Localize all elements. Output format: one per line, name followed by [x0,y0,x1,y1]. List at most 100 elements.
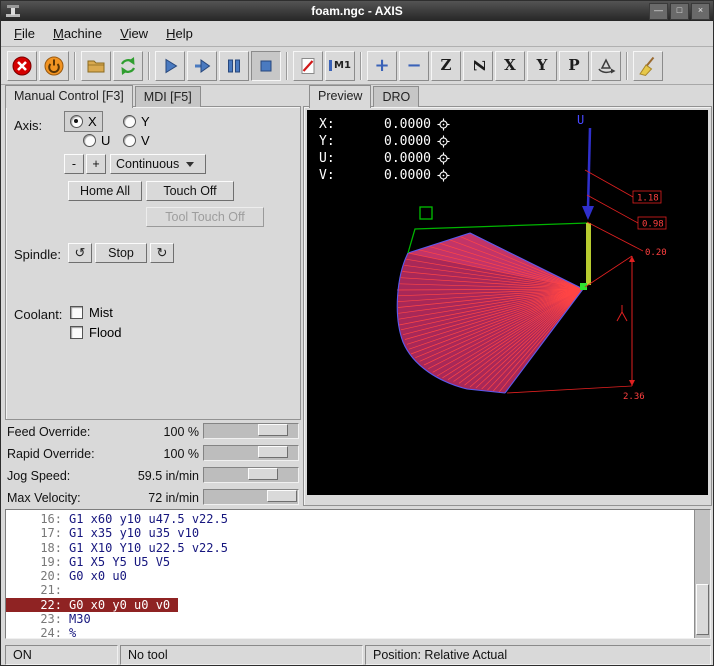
tab-preview[interactable]: Preview [309,85,371,108]
axis-radio-v[interactable]: V [118,131,155,150]
m1-icon: M1 [329,60,351,71]
slider-handle[interactable] [258,446,288,458]
minimize-button[interactable]: — [649,3,668,20]
close-button[interactable]: × [691,3,710,20]
pause-button[interactable] [219,51,249,81]
estop-button[interactable] [7,51,37,81]
optional-pause-toggle[interactable]: M1 [325,51,355,81]
dro-value: 0.0000 [345,117,431,132]
view-p-icon: P [568,58,579,73]
gcode-line[interactable]: 21: [6,583,710,597]
axis-radio-u[interactable]: U [78,131,115,150]
run-from-line-button[interactable] [187,51,217,81]
rapid-override-value: 100 % [164,447,199,461]
run-button[interactable] [155,51,185,81]
machine-power-button[interactable] [39,51,69,81]
menu-help[interactable]: Help [157,23,202,44]
max-velocity-slider[interactable] [203,489,299,505]
home-all-button[interactable]: Home All [68,181,142,201]
flood-checkbox[interactable]: Flood [70,325,122,340]
skip-slash-icon [297,55,319,77]
jog-minus-button[interactable]: - [64,154,84,174]
titlebar[interactable]: foam.ngc - AXIS — □ × [1,1,713,21]
view-z-rotated-button[interactable]: Z [463,51,493,81]
machine-state-cell: ON [5,645,118,665]
view-y-button[interactable]: Y [527,51,557,81]
feed-override-slider[interactable] [203,423,299,439]
right-tabbar: Preview DRO [309,86,421,107]
skip-lines-toggle[interactable] [293,51,323,81]
spindle-cw-button[interactable]: ↻ [150,243,174,263]
stop-icon [255,55,277,77]
maximize-button[interactable]: □ [670,3,689,20]
dro-value: 0.0000 [345,168,431,183]
axis-radio-y[interactable]: Y [118,112,155,131]
view-y-icon: Y [537,58,548,73]
open-file-button[interactable] [81,51,111,81]
menu-view[interactable]: View [111,23,157,44]
view-x-button[interactable]: X [495,51,525,81]
gcode-listing[interactable]: 16:G1 x60 y10 u47.5 v22.5 17:G1 x35 y10 … [5,509,711,639]
tab-dro[interactable]: DRO [373,86,419,107]
feed-override-value: 100 % [164,425,199,439]
tower-bar [586,223,591,285]
slider-handle[interactable] [267,490,297,502]
jog-plus-button[interactable]: + [86,154,106,174]
spindle-cw-icon: ↻ [157,245,168,261]
spindle-ccw-icon: ↺ [75,245,86,261]
mist-checkbox[interactable]: Mist [70,305,113,320]
gcode-line-active[interactable]: 22:G0 x0 y0 u0 v0 [6,598,178,612]
zoom-out-button[interactable]: − [399,51,429,81]
gcode-line[interactable]: 24:% [6,626,710,639]
gcode-line[interactable]: 17:G1 x35 y10 u35 v10 [6,526,710,540]
slider-handle[interactable] [248,468,278,480]
play-icon [159,55,181,77]
dro-readout: X: 0.0000 Y: 0.0000 U: 0.0000 V: 0.0000 [319,116,450,184]
view-p-button[interactable]: P [559,51,589,81]
rapid-override-slider[interactable] [203,445,299,461]
tool-cell: No tool [120,645,363,665]
menu-file[interactable]: File [5,23,44,44]
crosshair-icon [437,169,450,182]
jog-speed-slider[interactable] [203,467,299,483]
gcode-line[interactable]: 18:G1 X10 Y10 u22.5 v22.5 [6,541,710,555]
tab-manual-control[interactable]: Manual Control [F3] [5,85,133,108]
gcode-line[interactable]: 20:G0 x0 u0 [6,569,710,583]
broom-icon [637,55,659,77]
zoom-in-icon: + [374,57,389,75]
slider-handle[interactable] [258,424,288,436]
spindle-stop-button[interactable]: Stop [95,243,147,263]
tool-touch-off-button[interactable]: Tool Touch Off [146,207,264,227]
view-z-button[interactable]: Z [431,51,461,81]
stop-button[interactable] [251,51,281,81]
gcode-line[interactable]: 19:G1 X5 Y5 U5 V5 [6,555,710,569]
dro-row-u: U: 0.0000 [319,150,450,167]
dro-row-v: V: 0.0000 [319,167,450,184]
rotate-view-button[interactable] [591,51,621,81]
reload-file-button[interactable] [113,51,143,81]
clear-plot-button[interactable] [633,51,663,81]
dim-label: 1.18 [637,194,659,204]
gcode-scrollbar[interactable] [694,510,710,638]
origin-marker [420,207,432,219]
open-folder-icon [85,55,107,77]
menu-machine[interactable]: Machine [44,23,111,44]
jog-speed-row: Jog Speed: 59.5 in/min [5,465,301,487]
gcode-line[interactable]: 16:G1 x60 y10 u47.5 v22.5 [6,512,710,526]
axis-radio-x[interactable]: X [64,111,103,132]
window-icon [5,4,21,18]
zoom-in-button[interactable]: + [367,51,397,81]
tab-mdi[interactable]: MDI [F5] [135,86,201,107]
touch-off-button[interactable]: Touch Off [146,181,234,201]
axis-radio-y-label: Y [141,114,150,129]
gcode-line[interactable]: 23:M30 [6,612,710,626]
preview-canvas[interactable]: X: 0.0000 Y: 0.0000 U: 0.0000 V: 0.0000 [307,110,708,495]
flood-label: Flood [89,325,122,340]
jog-mode-dropdown[interactable]: Continuous [110,154,206,174]
manual-control-panel: Axis: X Y U V - + Continuous Home All To… [5,106,301,420]
scrollbar-thumb[interactable] [696,584,709,635]
axis-radio-u-label: U [101,133,110,148]
dim-label: 0.20 [645,248,667,258]
coolant-label: Coolant: [14,307,62,322]
spindle-ccw-button[interactable]: ↺ [68,243,92,263]
